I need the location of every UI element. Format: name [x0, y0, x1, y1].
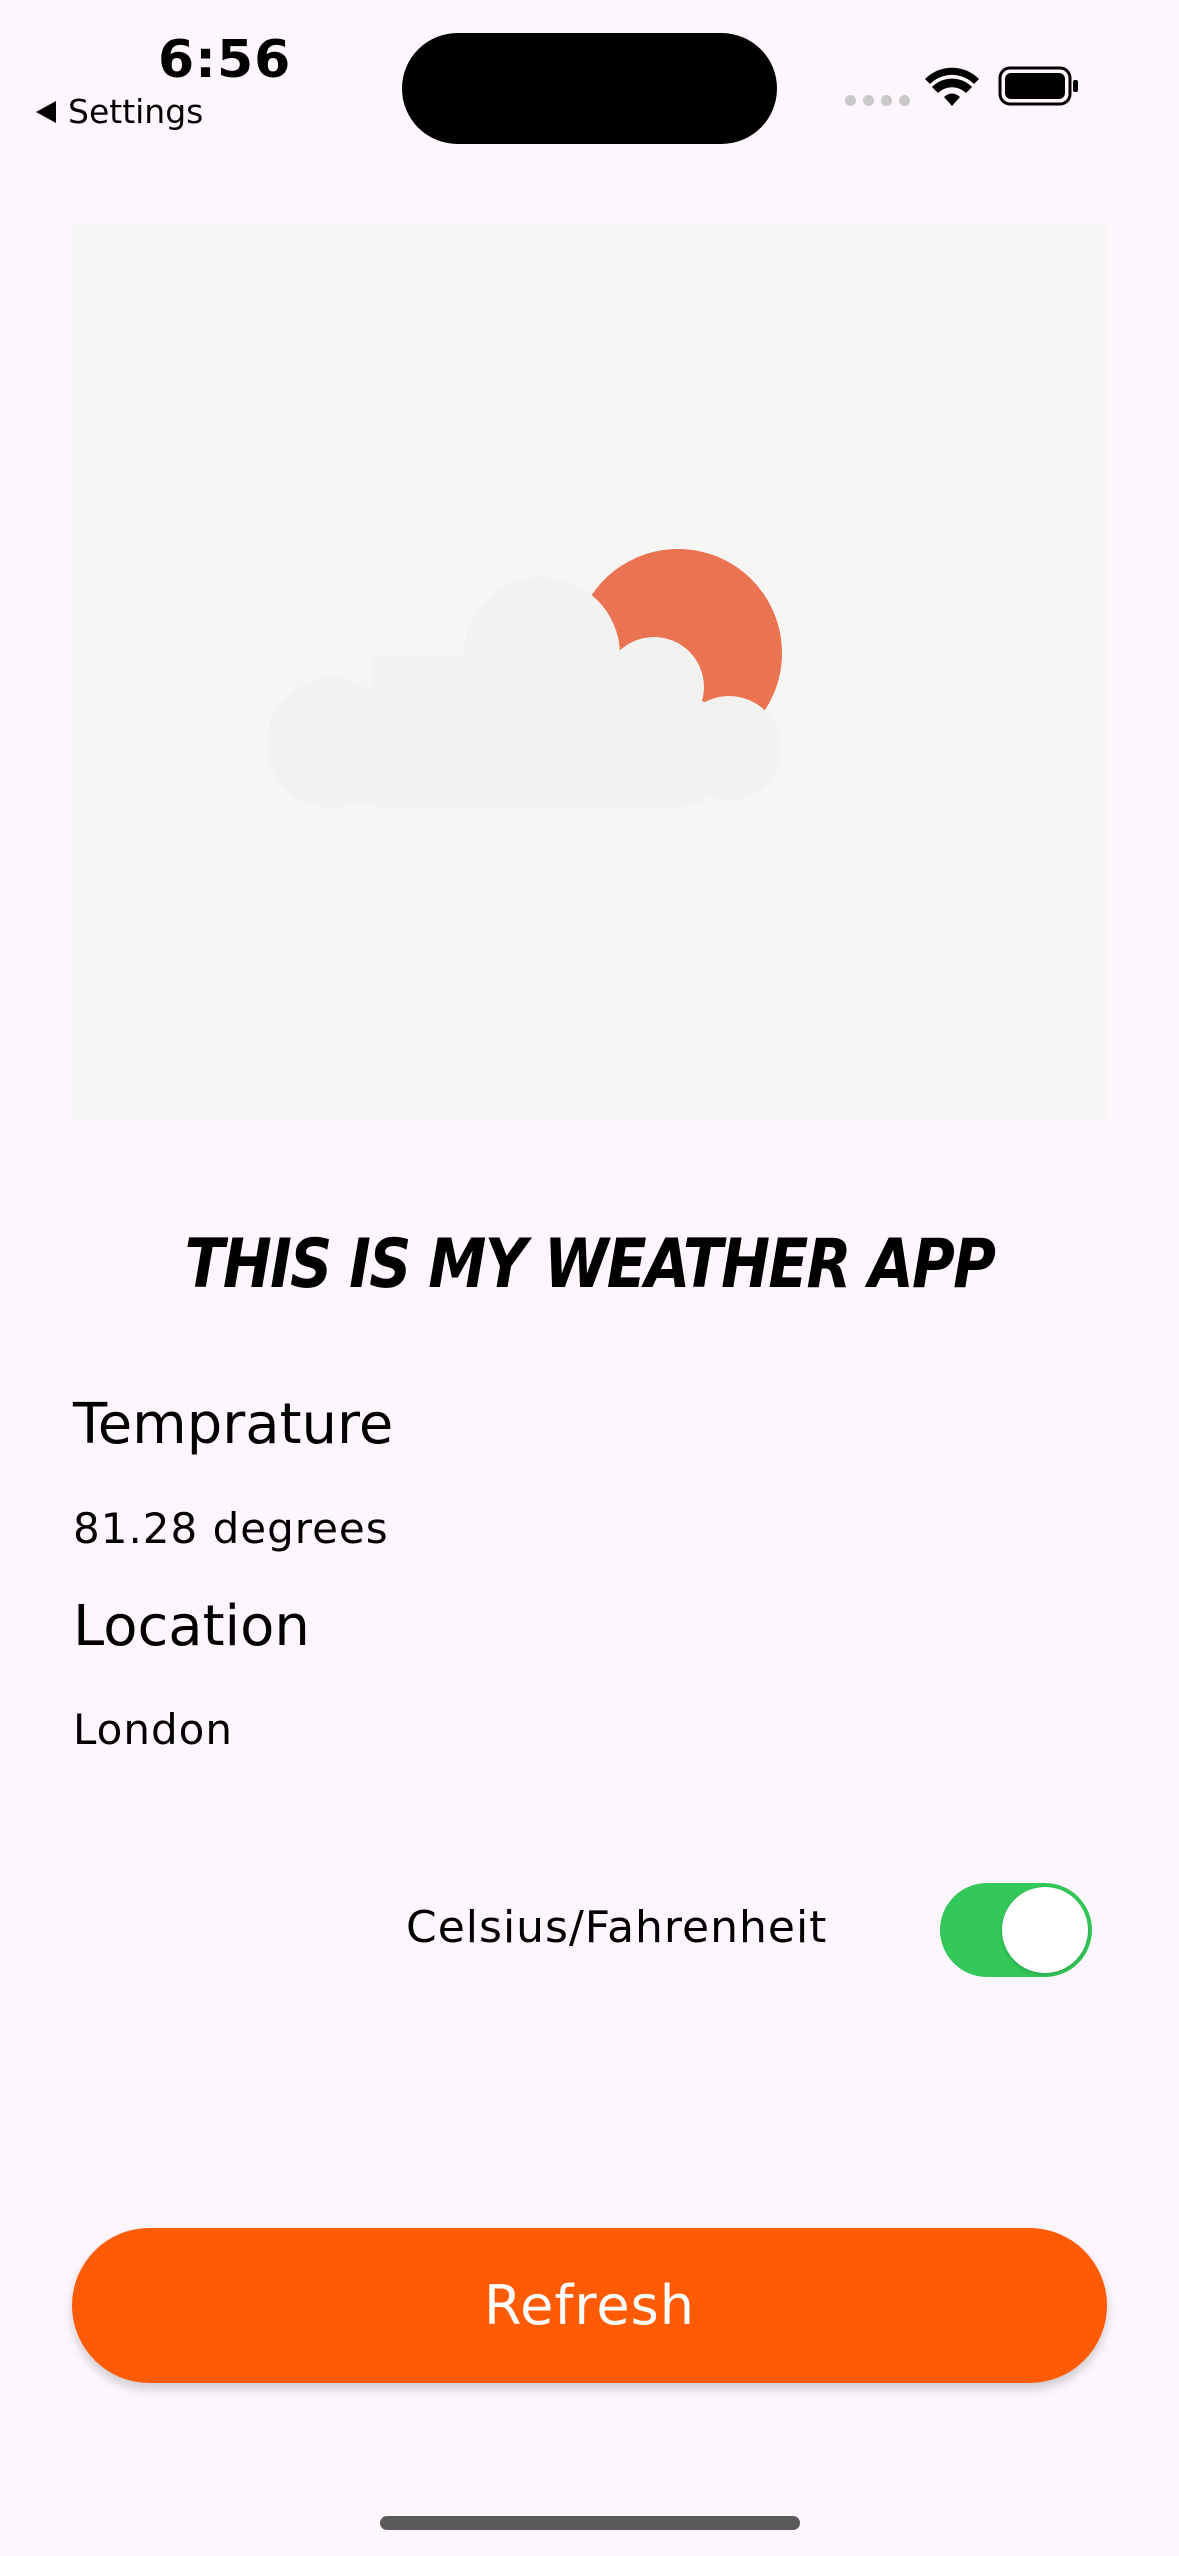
refresh-button[interactable]: Refresh — [72, 2228, 1107, 2383]
status-time: 6:56 — [158, 30, 292, 90]
location-value: London — [73, 1705, 233, 1754]
weather-image — [72, 225, 1107, 1121]
toggle-knob — [1002, 1887, 1088, 1973]
back-link-label: Settings — [68, 92, 204, 131]
cellular-signal-icon — [845, 95, 910, 106]
partly-cloudy-icon — [267, 549, 782, 808]
back-to-settings-link[interactable]: Settings — [36, 92, 203, 131]
temperature-value: 81.28 degrees — [73, 1504, 389, 1553]
battery-icon — [998, 66, 1078, 106]
unit-toggle-switch[interactable] — [940, 1883, 1092, 1977]
unit-toggle-label: Celsius/Fahrenheit — [406, 1902, 828, 1953]
wifi-icon — [925, 67, 979, 106]
location-heading: Location — [73, 1594, 310, 1659]
home-indicator[interactable] — [380, 2516, 800, 2530]
temperature-heading: Temprature — [73, 1392, 394, 1457]
dynamic-island — [402, 33, 777, 144]
back-arrow-icon — [36, 100, 56, 123]
app-title: THIS IS MY WEATHER APP — [184, 1225, 996, 1304]
